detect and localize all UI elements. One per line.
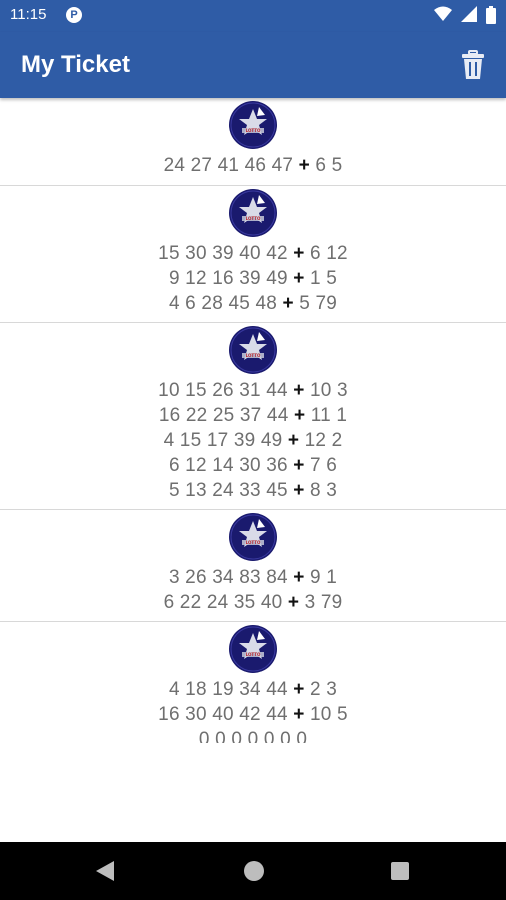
number-line: 15 30 39 40 42 + 6 12 [0,241,506,266]
extra-numbers: 8 3 [310,480,338,501]
plus-sign: + [287,430,300,451]
main-numbers: 16 22 25 37 44 [158,405,289,426]
extra-numbers: 10 3 [310,380,348,401]
app-bar: My Ticket [0,32,506,98]
extra-numbers: 10 5 [310,704,348,725]
number-line: 10 15 26 31 44 + 10 3 [0,378,506,403]
ticket-lines: 24 27 41 46 47 + 6 5 [0,153,506,178]
lotto-logo-icon [229,625,277,673]
extra-numbers: 7 6 [310,455,338,476]
extra-numbers: 1 5 [310,268,338,289]
system-nav-bar [0,842,506,900]
back-triangle-icon[interactable] [96,861,114,881]
ticket-list[interactable]: 24 27 41 46 47 + 6 5 15 30 39 40 42 + 6 … [0,98,506,743]
battery-icon [486,6,496,24]
status-bar: 11:15 P [0,0,506,32]
ticket-item[interactable]: 10 15 26 31 44 + 10 3 16 22 25 37 44 + 1… [0,326,506,510]
lotto-logo-icon [229,101,277,149]
plus-sign: + [282,293,294,314]
plus-sign: + [293,455,305,476]
ticket-lines: 15 30 39 40 42 + 6 12 9 12 16 39 49 + 1 … [0,241,506,316]
number-line: 16 30 40 42 44 + 10 5 [0,702,506,727]
main-numbers: 16 30 40 42 44 [158,704,288,725]
number-line: 9 12 16 39 49 + 1 5 [0,266,506,291]
extra-numbers: 9 1 [310,567,338,588]
home-circle-icon[interactable] [244,861,264,881]
delete-button[interactable] [460,50,486,80]
main-numbers: 24 27 41 46 47 [163,155,294,176]
plus-sign: + [293,243,305,264]
ticket-item[interactable]: 24 27 41 46 47 + 6 5 [0,101,506,186]
status-icons [430,6,496,26]
number-line: 4 18 19 34 44 + 2 3 [0,677,506,702]
number-line: 5 13 24 33 45 + 8 3 [0,478,506,503]
plus-sign: + [293,480,305,501]
ticket-lines: 10 15 26 31 44 + 10 3 16 22 25 37 44 + 1… [0,378,506,503]
main-numbers: 6 12 14 30 36 [168,455,288,476]
trash-icon [462,50,484,79]
notification-app-icon: P [66,7,82,23]
main-numbers: 10 15 26 31 44 [158,380,288,401]
plus-sign: + [298,155,310,176]
lotto-logo-icon [229,513,277,561]
lotto-logo-icon [229,189,277,237]
plus-sign: + [293,268,305,289]
main-numbers: 4 18 19 34 44 [168,679,288,700]
ticket-item[interactable]: 15 30 39 40 42 + 6 12 9 12 16 39 49 + 1 … [0,189,506,323]
number-line: 4 15 17 39 49 + 12 2 [0,428,506,453]
extra-numbers: 3 79 [304,592,343,613]
main-numbers: 6 22 24 35 40 [163,592,283,613]
extra-numbers: 12 2 [304,430,343,451]
recents-square-icon[interactable] [391,862,409,880]
plus-sign: + [293,704,305,725]
number-line: 4 6 28 45 48 + 5 79 [0,291,506,316]
cell-signal-icon [460,6,477,22]
number-line: 3 26 34 83 84 + 9 1 [0,565,506,590]
lotto-logo-icon [229,326,277,374]
plus-sign: + [287,592,300,613]
plus-sign: + [293,567,305,588]
number-line: 6 22 24 35 40 + 3 79 [0,590,506,615]
main-numbers: 4 15 17 39 49 [163,430,283,451]
number-line: 6 12 14 30 36 + 7 6 [0,453,506,478]
wifi-icon [433,6,452,21]
plus-sign: + [293,380,305,401]
extra-numbers: 6 5 [315,155,343,176]
status-time: 11:15 [10,6,47,23]
ticket-lines: 3 26 34 83 84 + 9 1 6 22 24 35 40 + 3 79 [0,565,506,615]
extra-numbers: 11 1 [310,405,348,426]
main-numbers: 3 26 34 83 84 [168,567,288,588]
extra-numbers: 6 12 [310,243,348,264]
ticket-lines: 4 18 19 34 44 + 2 3 16 30 40 42 44 + 10 … [0,677,506,743]
number-line: 24 27 41 46 47 + 6 5 [0,153,506,178]
page-title: My Ticket [21,51,130,78]
plus-sign: + [293,679,305,700]
main-numbers: 15 30 39 40 42 [158,243,288,264]
main-numbers: 5 13 24 33 45 [168,480,288,501]
main-numbers: 0 0 0 0 0 0 0 [198,729,308,743]
number-line: 0 0 0 0 0 0 0 [0,727,506,743]
number-line: 16 22 25 37 44 + 11 1 [0,403,506,428]
extra-numbers: 5 79 [299,293,338,314]
main-numbers: 9 12 16 39 49 [168,268,288,289]
ticket-item[interactable]: 4 18 19 34 44 + 2 3 16 30 40 42 44 + 10 … [0,625,506,743]
main-numbers: 4 6 28 45 48 [168,293,277,314]
extra-numbers: 2 3 [310,679,338,700]
ticket-item[interactable]: 3 26 34 83 84 + 9 1 6 22 24 35 40 + 3 79 [0,513,506,622]
plus-sign: + [293,405,306,426]
